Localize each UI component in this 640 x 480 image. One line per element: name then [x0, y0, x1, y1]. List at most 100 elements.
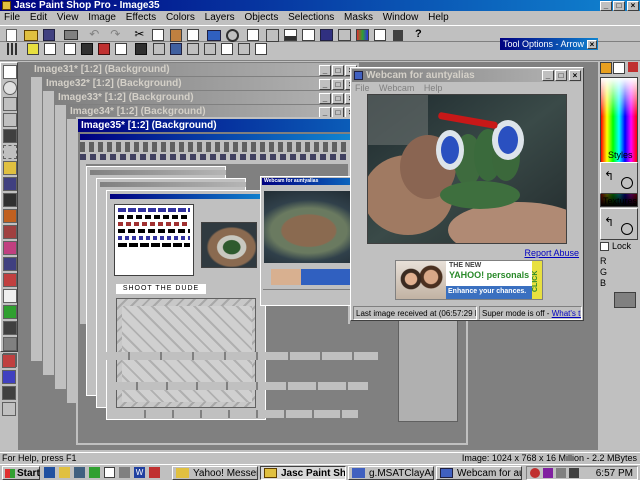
shape-tool-icon[interactable]: [2, 370, 16, 384]
cut-icon[interactable]: ✂: [131, 27, 147, 43]
ql-channels-icon[interactable]: [89, 467, 100, 478]
foreground-swatch-icon[interactable]: [27, 43, 40, 55]
magic-wand-icon[interactable]: [3, 177, 17, 191]
tool-j-icon[interactable]: [220, 43, 233, 55]
help-icon[interactable]: ?: [410, 27, 426, 43]
scratch-remover-icon[interactable]: [3, 273, 17, 287]
draw-tool-icon[interactable]: [2, 354, 16, 368]
clone-brush-icon[interactable]: [3, 225, 17, 239]
tool-options-close[interactable]: ×: [587, 40, 597, 49]
browse-icon[interactable]: [246, 29, 259, 41]
webcam-menu-webcam[interactable]: Webcam: [379, 83, 414, 93]
tool-l-icon[interactable]: [254, 43, 267, 55]
menu-masks[interactable]: Masks: [344, 12, 373, 23]
tool-b-icon[interactable]: [81, 43, 94, 55]
tray-volume-icon[interactable]: [569, 468, 579, 478]
ad-click[interactable]: CLICK: [532, 261, 542, 299]
undo-icon[interactable]: ↶: [86, 27, 102, 43]
webcam-menu-file[interactable]: File: [355, 83, 370, 93]
textures-swatch[interactable]: ↰: [600, 208, 638, 240]
color-swap-icon[interactable]: [628, 62, 638, 72]
menu-objects[interactable]: Objects: [244, 12, 278, 23]
styles-swatch[interactable]: ↰: [600, 162, 638, 194]
menu-file[interactable]: File: [4, 12, 20, 23]
tool-k-icon[interactable]: [237, 43, 250, 55]
menu-window[interactable]: Window: [383, 12, 419, 23]
arrow-tool-icon[interactable]: [3, 65, 17, 79]
ql-outlook-icon[interactable]: [59, 467, 70, 478]
tool-d-icon[interactable]: [115, 43, 128, 55]
start-button[interactable]: Start: [2, 466, 40, 480]
tool-g-icon[interactable]: [169, 43, 182, 55]
tool-i-icon[interactable]: [203, 43, 216, 55]
copy-icon[interactable]: [152, 29, 165, 41]
redo-icon[interactable]: ↷: [107, 27, 123, 43]
tray-messenger-icon[interactable]: [530, 468, 540, 478]
ql-media-icon[interactable]: [119, 467, 130, 478]
tool-f-icon[interactable]: [152, 43, 165, 55]
webcam-maximize-button[interactable]: □: [555, 70, 567, 81]
selection-tool-icon[interactable]: [3, 145, 17, 159]
bg-swatch[interactable]: [613, 62, 625, 74]
menu-help[interactable]: Help: [428, 12, 449, 23]
tool-h-icon[interactable]: [186, 43, 199, 55]
color-replacer-icon[interactable]: [3, 241, 17, 255]
minimize-button[interactable]: _: [600, 1, 612, 11]
print-icon[interactable]: [64, 30, 79, 40]
tray-network-icon[interactable]: [556, 468, 566, 478]
zoom-icon[interactable]: [265, 28, 279, 42]
freehand-tool-icon[interactable]: [3, 161, 17, 175]
ql-mail-icon[interactable]: [104, 467, 115, 478]
task-msat-clayart[interactable]: g.MSATClayArt:1 -...: [348, 466, 434, 480]
zoom-tool-icon[interactable]: [3, 81, 17, 95]
tool-e-icon[interactable]: [135, 43, 148, 55]
ql-desktop-icon[interactable]: [74, 467, 85, 478]
histogram-icon[interactable]: [283, 29, 297, 41]
tool-a-icon[interactable]: [64, 43, 77, 55]
script-icon[interactable]: [374, 29, 387, 41]
menu-layers[interactable]: Layers: [205, 12, 235, 23]
yahoo-ad[interactable]: THE NEW YAHOO! personals Enhance your ch…: [395, 260, 543, 300]
menu-selections[interactable]: Selections: [288, 12, 334, 23]
menu-edit[interactable]: Edit: [30, 12, 47, 23]
paste-new-icon[interactable]: [186, 29, 199, 41]
lock-checkbox[interactable]: [600, 242, 609, 251]
overview-icon[interactable]: [338, 29, 352, 41]
layer-palette-icon[interactable]: [320, 29, 333, 41]
maximize-button[interactable]: □: [613, 1, 625, 11]
picture-tube-icon[interactable]: [3, 305, 17, 319]
dropper-tool-icon[interactable]: [3, 193, 17, 207]
flood-fill-icon[interactable]: [3, 337, 17, 351]
white-rect-icon[interactable]: [44, 43, 57, 55]
report-abuse-link[interactable]: Report Abuse: [524, 248, 579, 258]
color-palette-icon[interactable]: [356, 29, 370, 41]
webcam-minimize-button[interactable]: _: [542, 70, 554, 81]
new-file-icon[interactable]: [6, 28, 17, 42]
retouch-tool-icon[interactable]: [3, 257, 17, 271]
ql-other-icon[interactable]: [149, 467, 160, 478]
toggle-palette-icon[interactable]: [301, 29, 315, 41]
menu-effects[interactable]: Effects: [126, 12, 156, 23]
crop-tool-icon[interactable]: [3, 113, 17, 127]
airbrush-icon[interactable]: [3, 321, 17, 335]
tray-yahoo-icon[interactable]: [543, 468, 553, 478]
eraser-tool-icon[interactable]: [3, 289, 17, 303]
tool-options-bar[interactable]: Tool Options - Arrow ×: [500, 38, 598, 50]
paste-icon[interactable]: [169, 28, 182, 42]
screen-capture-icon[interactable]: [206, 29, 221, 41]
open-folder-icon[interactable]: [24, 29, 39, 41]
paintbrush-icon[interactable]: [3, 209, 17, 223]
save-icon[interactable]: [43, 29, 56, 41]
whats-this-link[interactable]: What's this?: [552, 309, 581, 318]
deform-tool-icon[interactable]: [3, 97, 17, 111]
fg-swatch[interactable]: [600, 62, 612, 74]
mover-tool-icon[interactable]: [3, 129, 17, 143]
object-selector-icon[interactable]: [2, 386, 16, 400]
close-button[interactable]: ×: [627, 1, 639, 11]
task-webcam[interactable]: Webcam for auntyalias: [436, 466, 522, 480]
webcam-close-button[interactable]: ×: [569, 70, 581, 81]
tool-c-icon[interactable]: [98, 43, 111, 55]
task-paint-shop-pro[interactable]: Jasc Paint Shop ...: [260, 466, 346, 480]
webcam-menu-help[interactable]: Help: [424, 83, 443, 93]
grid-tools-icon[interactable]: [7, 43, 19, 55]
